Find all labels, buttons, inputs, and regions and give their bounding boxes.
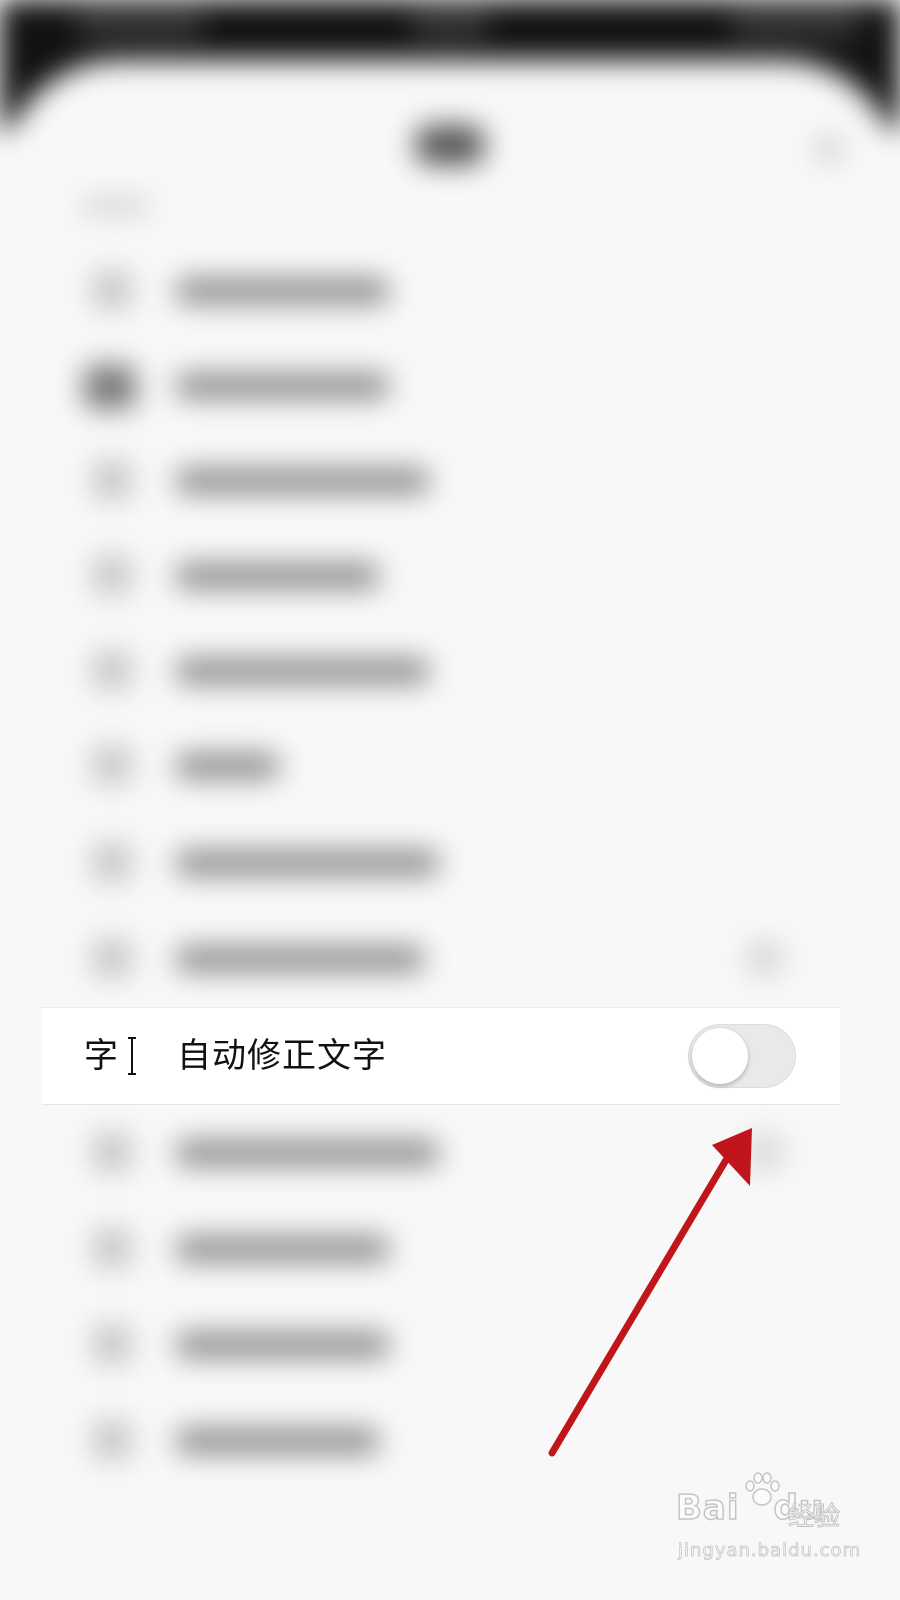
status-icons-blur <box>730 10 860 38</box>
blurred-row <box>80 545 860 605</box>
blurred-row <box>80 640 860 700</box>
blurred-row <box>80 1218 860 1278</box>
watermark-url: jingyan.baidu.com <box>678 1540 862 1562</box>
phone-screen: 字 自动修正文字 Bai du 经验 jingyan.baidu.com <box>0 0 900 1600</box>
section-header-blur <box>80 198 150 214</box>
blurred-row <box>80 832 860 892</box>
auto-correct-toggle[interactable] <box>688 1024 796 1088</box>
blurred-background <box>0 0 900 1600</box>
blurred-row <box>80 1410 860 1470</box>
auto-correct-text-label: 自动修正文字 <box>177 1036 387 1076</box>
status-time-blur <box>75 10 205 38</box>
blurred-row <box>80 928 860 988</box>
text-cursor-icon-glyph: 字 <box>84 1036 118 1076</box>
i-beam-cursor-icon <box>128 1037 136 1075</box>
sheet-title-blur <box>415 125 485 165</box>
blurred-row <box>80 735 860 795</box>
text-cursor-icon: 字 <box>84 1030 144 1082</box>
baidu-jingyan-watermark: Bai du 经验 jingyan.baidu.com <box>675 1470 876 1580</box>
blurred-row <box>80 1314 860 1374</box>
auto-correct-text-row[interactable]: 字 自动修正文字 <box>42 1007 840 1105</box>
blurred-row <box>80 260 860 320</box>
toggle-knob[interactable] <box>692 1028 748 1084</box>
close-icon <box>815 135 843 163</box>
watermark-sub: 经验 <box>787 1502 841 1533</box>
status-center-blur <box>410 10 490 38</box>
blurred-row <box>80 355 860 415</box>
blurred-row <box>80 1122 860 1182</box>
blurred-row <box>80 450 860 510</box>
